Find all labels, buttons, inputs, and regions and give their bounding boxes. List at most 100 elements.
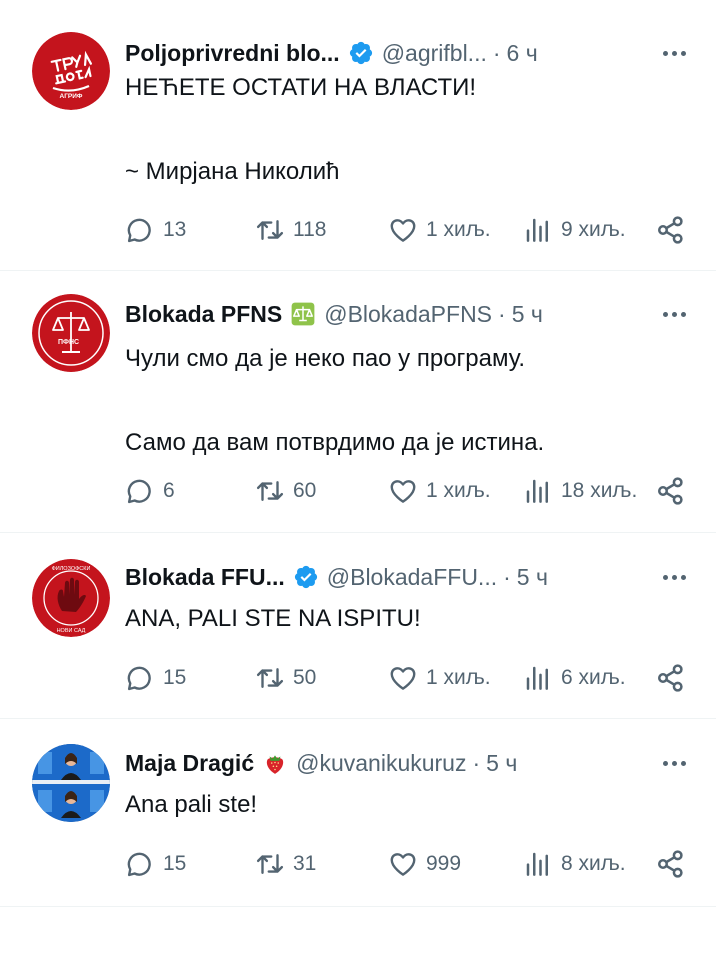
tweet-text: ANA, PALI STE NA ISPITU! [125,605,421,632]
svg-text:ПФНС: ПФНС [58,339,79,346]
reply-button[interactable]: 13 [125,213,186,247]
repost-button[interactable]: 50 [255,661,316,695]
separator-dot: · [503,563,511,590]
views-button[interactable]: 18 хиљ. [523,474,637,508]
reply-count: 15 [163,666,187,689]
timestamp[interactable]: 6 ч [507,40,538,67]
views-icon [523,476,553,506]
separator-dot: · [498,300,506,327]
handle[interactable]: @BlokadaPFNS [324,301,492,328]
like-count: 1 хиљ. [426,666,491,689]
views-count: 18 хиљ. [561,479,638,502]
handle[interactable]: @kuvanikukuruz [296,750,466,777]
tweet-header: Maja Dragić @kuvanikukuruz · 5 ч [125,748,686,778]
tweet[interactable]: ПФНС Blokada PFNS @BlokadaPFNS · 5 ч Чул… [0,270,716,533]
tweet-text: Ana pali ste! [125,791,258,818]
share-button[interactable] [655,661,687,695]
avatar[interactable] [32,744,110,822]
views-button[interactable]: 9 хиљ. [523,213,626,247]
heart-icon [388,476,418,506]
tweet-text: НЕЋЕТЕ ОСТАТИ НА ВЛАСТИ! ~ Мирјана Никол… [125,74,477,185]
like-count: 1 хиљ. [426,218,491,241]
views-button[interactable]: 6 хиљ. [523,661,626,695]
display-name[interactable]: Poljoprivredni blo... [125,40,340,67]
reply-button[interactable]: 6 [125,474,175,508]
views-count: 9 хиљ. [561,218,626,241]
handle[interactable]: @agrifbl... [382,40,487,67]
more-options-icon[interactable] [663,38,686,68]
avatar[interactable]: ПФНС [32,294,110,372]
like-button[interactable]: 1 хиљ. [388,661,491,695]
tweet-actions: 13 118 1 хиљ. 9 хиљ. [125,213,686,247]
repost-button[interactable]: 60 [255,474,316,508]
more-options-icon[interactable] [663,562,686,592]
handle[interactable]: @BlokadaFFU... [327,564,497,591]
timestamp[interactable]: 5 ч [512,301,543,328]
heart-icon [388,849,418,879]
like-count: 1 хиљ. [426,479,491,502]
repost-count: 118 [293,218,327,241]
share-button[interactable] [655,474,687,508]
reply-icon [125,663,155,693]
views-button[interactable]: 8 хиљ. [523,847,626,881]
share-button[interactable] [655,213,687,247]
scales-emoji-icon [290,301,316,327]
like-count: 999 [426,852,462,875]
svg-text:АГРИФ: АГРИФ [60,93,83,100]
tweet-header: Blokada FFU... @BlokadaFFU... · 5 ч [125,562,686,592]
reply-count: 13 [163,218,187,241]
heart-icon [388,215,418,245]
views-count: 8 хиљ. [561,852,626,875]
timestamp[interactable]: 5 ч [486,750,517,777]
tweet-text: Чули смо да је неко пао у програму. Само… [125,345,545,456]
share-icon [655,475,687,507]
strawberry-emoji-icon [262,750,288,776]
like-button[interactable]: 999 [388,847,461,881]
tweet[interactable]: Maja Dragić @kuvanikukuruz · 5 ч Ana pal… [0,718,716,907]
reply-icon [125,215,155,245]
display-name[interactable]: Blokada FFU... [125,564,285,591]
reply-icon [125,476,155,506]
tweet-actions: 15 50 1 хиљ. 6 хиљ. [125,661,686,695]
views-icon [523,849,553,879]
tweet[interactable]: ФИЛОЗОФСКИ НОВИ САД Blokada FFU... @Blok… [0,532,716,719]
reply-count: 6 [163,479,175,502]
repost-count: 50 [293,666,317,689]
timestamp[interactable]: 5 ч [517,564,548,591]
repost-icon [255,663,285,693]
tweet-actions: 15 31 999 8 хиљ. [125,847,686,881]
tweet-header: Poljoprivredni blo... @agrifbl... · 6 ч [125,38,686,68]
tweet[interactable]: АГРИФ Poljoprivredni blo... @agrifbl... … [0,0,716,271]
views-icon [523,215,553,245]
display-name[interactable]: Maja Dragić [125,750,254,777]
more-options-icon[interactable] [663,299,686,329]
more-options-icon[interactable] [663,748,686,778]
reply-button[interactable]: 15 [125,661,186,695]
reply-count: 15 [163,852,187,875]
share-icon [655,662,687,694]
avatar[interactable]: ФИЛОЗОФСКИ НОВИ САД [32,559,110,637]
repost-button[interactable]: 118 [255,213,326,247]
separator-dot: · [492,39,501,66]
svg-text:НОВИ САД: НОВИ САД [57,628,86,634]
share-icon [655,214,687,246]
verified-badge-icon [348,40,374,66]
repost-button[interactable]: 31 [255,847,316,881]
heart-icon [388,663,418,693]
repost-count: 31 [293,852,317,875]
tweet-actions: 6 60 1 хиљ. 18 хиљ. [125,474,686,508]
like-button[interactable]: 1 хиљ. [388,213,491,247]
repost-icon [255,476,285,506]
separator-dot: · [472,749,481,776]
avatar[interactable]: АГРИФ [32,32,110,110]
like-button[interactable]: 1 хиљ. [388,474,491,508]
reply-button[interactable]: 15 [125,847,186,881]
share-button[interactable] [655,847,687,881]
verified-badge-icon [293,564,319,590]
svg-text:ФИЛОЗОФСКИ: ФИЛОЗОФСКИ [52,566,91,572]
reply-icon [125,849,155,879]
share-icon [655,848,687,880]
repost-icon [255,849,285,879]
repost-icon [255,215,285,245]
display-name[interactable]: Blokada PFNS [125,301,282,328]
